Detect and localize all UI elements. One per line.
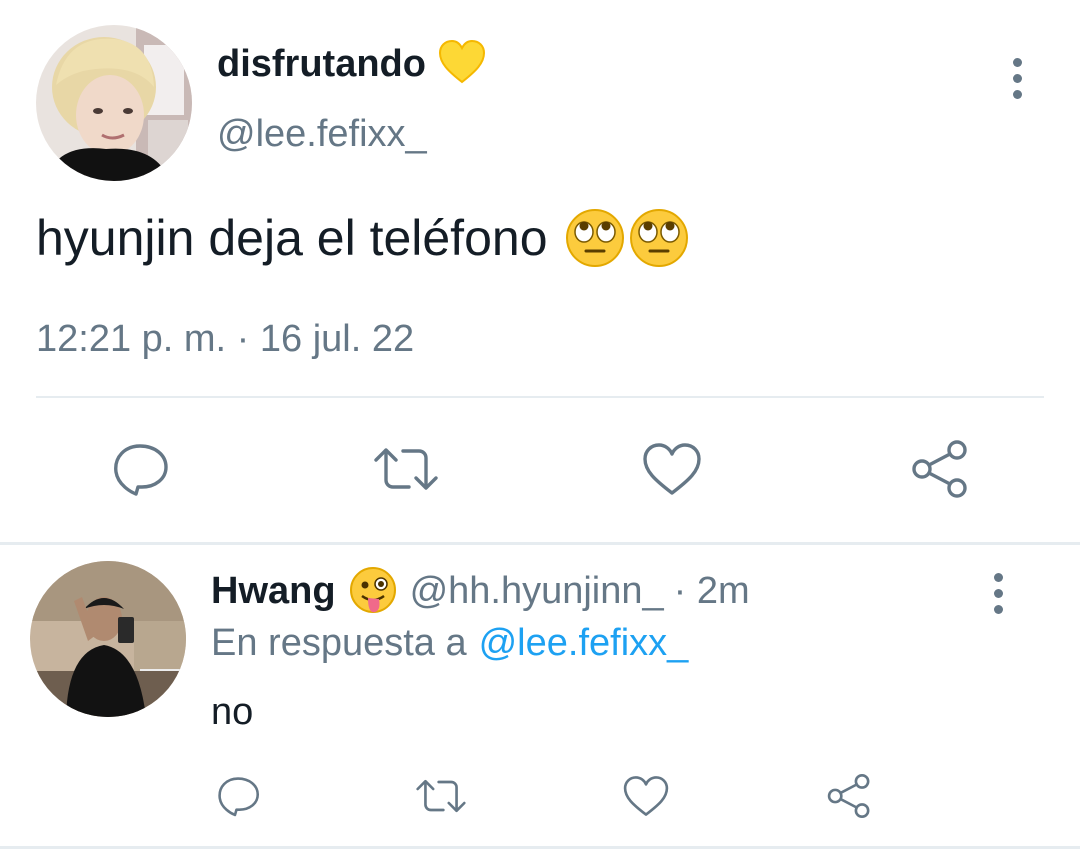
- more-options-icon[interactable]: [1002, 58, 1032, 99]
- rolling-eyes-emoji-icon: [629, 209, 688, 267]
- reply-icon: [114, 444, 168, 496]
- reply-share-button[interactable]: [822, 770, 876, 822]
- reply-avatar-photo: [30, 561, 186, 717]
- user-handle[interactable]: @lee.fefixx_: [217, 112, 427, 156]
- in-reply-to-link[interactable]: @lee.fefixx_: [479, 622, 689, 665]
- display-name[interactable]: disfrutando: [217, 43, 426, 86]
- reply-more-options-icon[interactable]: [983, 573, 1013, 614]
- reply-reply-button[interactable]: [211, 770, 265, 822]
- reply-icon: [218, 777, 260, 817]
- like-icon: [643, 443, 701, 495]
- avatar[interactable]: [36, 25, 192, 181]
- rolling-eyes-emoji-icon: [565, 209, 624, 267]
- in-reply-to-label: En respuesta a: [211, 621, 467, 664]
- reply-time: · 2m: [673, 569, 750, 612]
- section-divider: [0, 542, 1080, 545]
- share-icon: [827, 773, 870, 819]
- retweet-icon: [416, 779, 466, 813]
- retweet-icon: [374, 448, 438, 490]
- reply-button[interactable]: [104, 436, 176, 502]
- reply-retweet-button[interactable]: [410, 770, 472, 822]
- share-icon: [912, 440, 967, 498]
- yellow-heart-icon: [438, 39, 486, 89]
- reply-text: no: [211, 691, 254, 733]
- like-button[interactable]: [636, 436, 708, 502]
- share-button[interactable]: [904, 436, 976, 502]
- divider: [36, 396, 1044, 398]
- tweet-timestamp[interactable]: 12:21 p. m. · 16 jul. 22: [36, 317, 414, 361]
- reply-avatar[interactable]: [30, 561, 186, 717]
- avatar-photo: [36, 25, 192, 181]
- winking-tongue-emoji-icon: [349, 567, 396, 613]
- reply-like-button[interactable]: [619, 770, 673, 822]
- tweet-text: hyunjin deja el teléfono: [36, 210, 548, 266]
- retweet-button[interactable]: [369, 436, 443, 502]
- reply-handle[interactable]: @hh.hyunjinn_: [410, 570, 664, 613]
- reply-display-name[interactable]: Hwang: [211, 570, 336, 613]
- like-icon: [623, 776, 669, 816]
